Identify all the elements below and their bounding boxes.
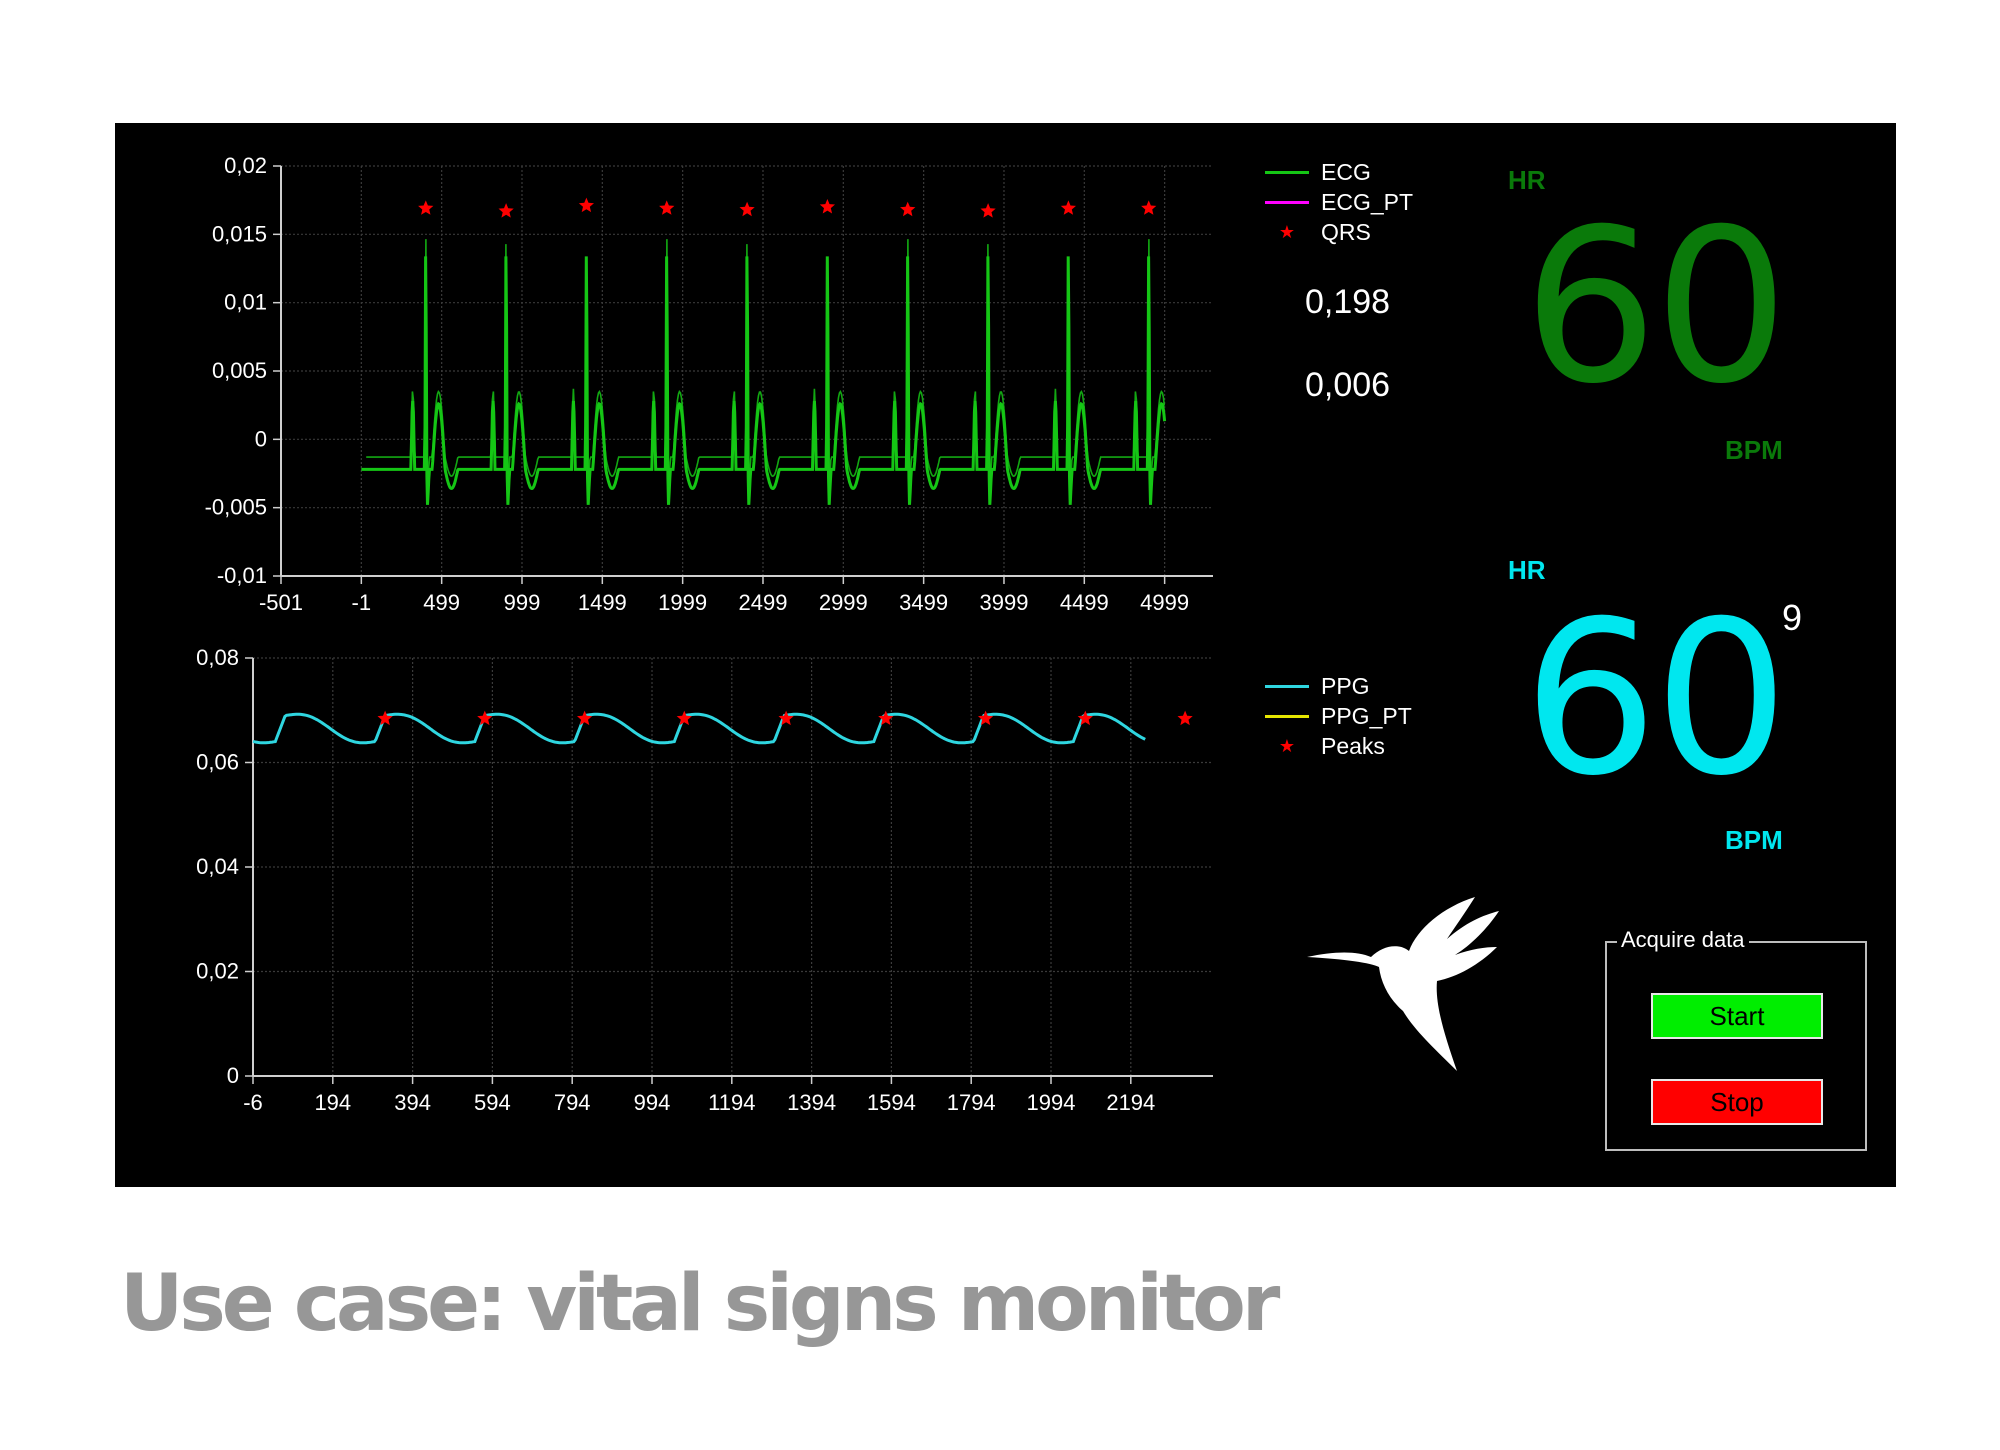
ecg-hr-value: 60 xyxy=(1523,183,1789,430)
y-tick-label: 0,01 xyxy=(224,290,267,315)
peak-marker xyxy=(418,200,434,215)
x-tick-label: 1499 xyxy=(578,590,627,615)
peak-marker xyxy=(819,199,835,214)
legend-item-qrs: ★ QRS xyxy=(1265,217,1413,247)
ppg-chart: -6 194 394 594 794 994 1194 1394 1594 1794 1994 219… xyxy=(196,645,1213,1115)
x-tick-label: 1999 xyxy=(658,590,707,615)
peak-marker xyxy=(577,710,593,726)
legend-label: PPG xyxy=(1321,672,1370,699)
hummingbird-logo-icon xyxy=(1307,897,1499,1071)
acquire-data-group: Acquire data Start Stop xyxy=(1605,927,1867,1151)
peak-marker xyxy=(578,197,594,213)
ecg-readout-2: 0,006 xyxy=(1305,366,1391,404)
peak-marker xyxy=(1177,710,1193,726)
legend-label: Peaks xyxy=(1321,732,1385,759)
x-tick-label: 394 xyxy=(394,1090,431,1115)
y-tick-label: 0,005 xyxy=(212,358,267,383)
peak-marker xyxy=(676,710,692,726)
legend-label: ECG xyxy=(1321,158,1371,185)
peak-marker xyxy=(477,710,493,726)
x-tick-label: -1 xyxy=(352,590,372,615)
y-tick-label: 0,08 xyxy=(196,645,239,670)
ppg-legend: PPG PPG_PT ★ Peaks xyxy=(1265,671,1412,761)
x-tick-label: 994 xyxy=(634,1090,671,1115)
x-tick-label: 3999 xyxy=(980,590,1029,615)
y-tick-label: 0,02 xyxy=(196,959,239,984)
ecg-legend: ECG ECG_PT ★ QRS xyxy=(1265,157,1413,247)
star-icon: ★ xyxy=(1278,735,1296,756)
x-tick-label: 794 xyxy=(554,1090,591,1115)
ecg-swatch xyxy=(1265,170,1309,174)
ppg-swatch xyxy=(1265,684,1309,688)
x-tick-label: 2194 xyxy=(1106,1090,1155,1115)
x-tick-label: 3499 xyxy=(899,590,948,615)
x-tick-label: 594 xyxy=(474,1090,511,1115)
x-tick-label: -6 xyxy=(243,1090,263,1115)
ppg-aux-value: 9 xyxy=(1782,597,1803,638)
y-tick-label: 0,02 xyxy=(224,153,267,178)
acquire-data-title: Acquire data xyxy=(1617,927,1749,953)
x-tick-label: 4999 xyxy=(1140,590,1189,615)
peak-marker xyxy=(980,203,996,218)
y-tick-label: 0,06 xyxy=(196,750,239,775)
ppg-hr-value: 60 xyxy=(1523,575,1789,822)
peak-marker xyxy=(659,200,675,215)
ecg-chart: -501 -1 499 999 1499 1999 2499 2999 3499 3999 4499… xyxy=(205,153,1213,615)
x-tick-label: 499 xyxy=(423,590,460,615)
legend-label: QRS xyxy=(1321,218,1371,245)
x-tick-label: 4499 xyxy=(1060,590,1109,615)
peak-marker xyxy=(1060,200,1076,215)
y-tick-label: -0,005 xyxy=(205,495,267,520)
page-caption: Use case: vital signs monitor xyxy=(120,1259,1280,1349)
y-tick-label: 0 xyxy=(227,1063,239,1088)
ppg-pt-swatch xyxy=(1265,714,1309,718)
y-tick-label: 0,015 xyxy=(212,221,267,246)
peak-marker xyxy=(1141,200,1157,215)
x-tick-label: -501 xyxy=(259,590,303,615)
legend-item-ecg: ECG xyxy=(1265,157,1413,187)
ecg-bpm-label: BPM xyxy=(1725,435,1783,465)
ecg-pt-swatch xyxy=(1265,200,1309,204)
star-icon: ★ xyxy=(1278,221,1296,242)
legend-item-ppg-pt: PPG_PT xyxy=(1265,701,1412,731)
vital-signs-monitor-panel: -501 -1 499 999 1499 1999 2499 2999 3499 3999 4499… xyxy=(115,123,1896,1187)
legend-item-ppg: PPG xyxy=(1265,671,1412,701)
stop-button[interactable]: Stop xyxy=(1651,1079,1823,1125)
ppg-bpm-label: BPM xyxy=(1725,825,1783,855)
x-tick-label: 1194 xyxy=(708,1090,755,1115)
x-tick-label: 999 xyxy=(504,590,541,615)
legend-label: ECG_PT xyxy=(1321,188,1414,215)
x-tick-label: 1594 xyxy=(867,1090,916,1115)
x-tick-label: 194 xyxy=(314,1090,351,1115)
peak-marker xyxy=(377,710,393,726)
legend-label: PPG_PT xyxy=(1321,702,1412,729)
y-tick-label: -0,01 xyxy=(217,563,267,588)
x-tick-label: 2999 xyxy=(819,590,868,615)
x-tick-label: 1394 xyxy=(787,1090,836,1115)
legend-item-peaks: ★ Peaks xyxy=(1265,731,1412,761)
x-tick-label: 1994 xyxy=(1027,1090,1076,1115)
legend-item-ecg-pt: ECG_PT xyxy=(1265,187,1413,217)
ecg-readout-1: 0,198 xyxy=(1305,283,1391,321)
start-button[interactable]: Start xyxy=(1651,993,1823,1039)
y-tick-label: 0,04 xyxy=(196,854,239,879)
x-tick-label: 2499 xyxy=(739,590,788,615)
peak-marker xyxy=(900,201,916,217)
peak-marker xyxy=(498,203,514,218)
x-tick-label: 1794 xyxy=(947,1090,996,1115)
peak-marker xyxy=(739,201,755,217)
y-tick-label: 0 xyxy=(255,426,267,451)
